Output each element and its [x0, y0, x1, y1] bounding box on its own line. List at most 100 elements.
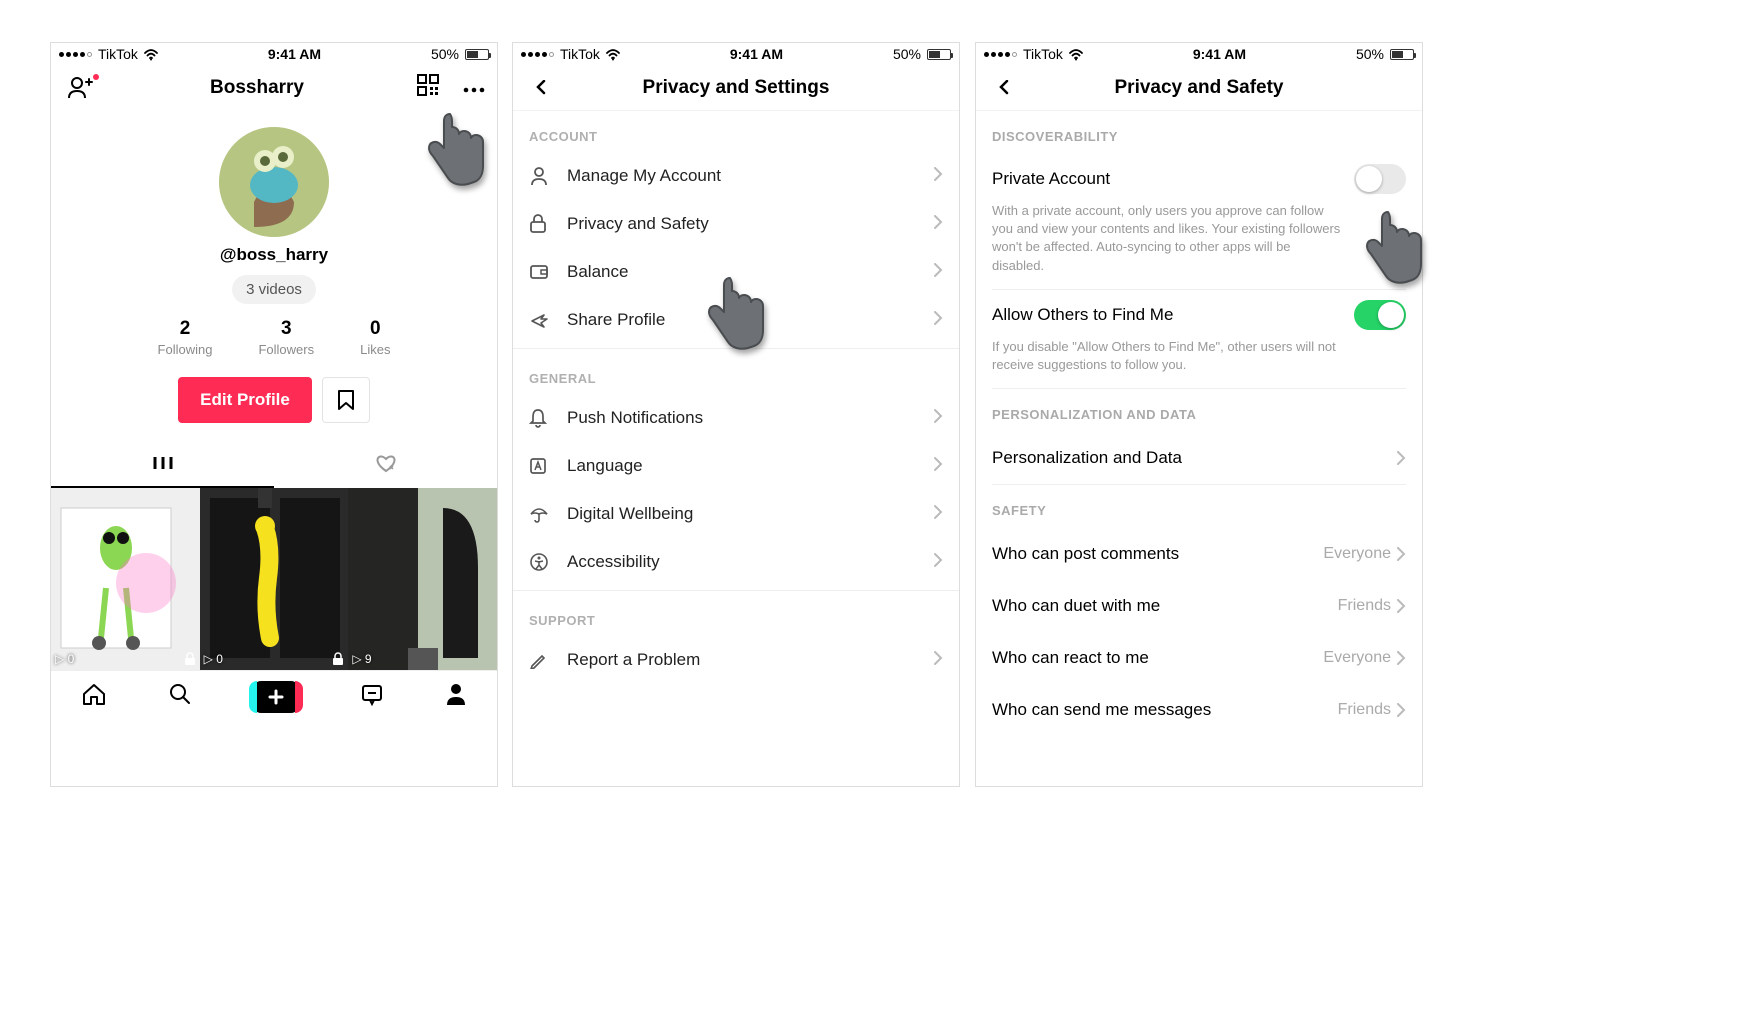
- more-button[interactable]: [463, 77, 485, 99]
- edit-profile-button[interactable]: Edit Profile: [178, 377, 312, 423]
- page-title: Bossharry: [97, 77, 417, 99]
- allow-find-desc: If you disable "Allow Others to Find Me"…: [992, 338, 1406, 374]
- likes-stat[interactable]: 0Likes: [360, 318, 390, 357]
- row-manage-account[interactable]: Manage My Account: [513, 152, 959, 200]
- row-push[interactable]: Push Notifications: [513, 394, 959, 442]
- video-grid: ▷ 0 ▷ 0 ▷ 9: [51, 488, 497, 670]
- settings-header: Privacy and Settings: [513, 65, 959, 111]
- bookmark-icon: [337, 389, 355, 411]
- stats-row: 2Following 3Followers 0Likes: [51, 318, 497, 357]
- allow-find-row: Allow Others to Find Me If you disable "…: [992, 290, 1406, 389]
- nav-search[interactable]: [168, 682, 192, 711]
- duet-row[interactable]: Who can duet with me Friends: [992, 580, 1406, 632]
- status-bar: TikTok 9:41 AM 50%: [51, 43, 497, 65]
- status-bar: TikTok 9:41 AM 50%: [513, 43, 959, 65]
- chevron-right-icon: [1397, 599, 1406, 613]
- section-general: GENERAL: [513, 353, 959, 394]
- row-privacy-safety[interactable]: Privacy and Safety: [513, 200, 959, 248]
- wifi-icon: [144, 48, 158, 61]
- status-bar: TikTok 9:41 AM 50%: [976, 43, 1422, 65]
- signal-dots-icon: [984, 52, 1017, 57]
- wifi-icon: [1069, 48, 1083, 61]
- video-thumb[interactable]: ▷ 0: [200, 488, 349, 670]
- section-account: ACCOUNT: [513, 111, 959, 152]
- tab-feed[interactable]: [51, 447, 274, 488]
- play-count: ▷ 9: [352, 652, 371, 666]
- nav-home[interactable]: [81, 682, 107, 711]
- private-account-toggle[interactable]: [1354, 164, 1406, 194]
- wallet-icon: [529, 263, 553, 281]
- row-balance[interactable]: Balance: [513, 248, 959, 296]
- chevron-right-icon: [1397, 651, 1406, 665]
- add-friends-button[interactable]: [63, 76, 97, 100]
- private-account-row: Private Account With a private account, …: [992, 154, 1406, 290]
- tab-liked[interactable]: [274, 447, 497, 488]
- carrier-label: TikTok: [98, 46, 138, 62]
- messages-row[interactable]: Who can send me messages Friends: [992, 684, 1406, 736]
- battery-icon: [1390, 49, 1414, 60]
- lock-icon: [184, 652, 196, 666]
- lock-icon: [529, 214, 553, 234]
- username: @boss_harry: [51, 245, 497, 265]
- comments-row[interactable]: Who can post comments Everyone: [992, 528, 1406, 580]
- section-personalization: PERSONALIZATION AND DATA: [992, 389, 1406, 432]
- personalization-row[interactable]: Personalization and Data: [992, 432, 1406, 485]
- person-icon: [529, 166, 553, 186]
- back-button[interactable]: [525, 80, 559, 96]
- following-stat[interactable]: 2Following: [158, 318, 213, 357]
- profile-header: Bossharry: [51, 65, 497, 111]
- play-count: ▷ 0: [204, 652, 223, 666]
- video-thumb[interactable]: ▷ 0: [51, 488, 200, 670]
- chevron-right-icon: [934, 166, 943, 186]
- lock-icon: [332, 652, 344, 666]
- page-title: Privacy and Safety: [1022, 77, 1376, 99]
- chevron-right-icon: [934, 552, 943, 572]
- followers-stat[interactable]: 3Followers: [258, 318, 314, 357]
- settings-screen: TikTok 9:41 AM 50% Privacy and Settings …: [512, 42, 960, 787]
- chevron-right-icon: [934, 310, 943, 330]
- profile-body: @boss_harry 3 videos 2Following 3Followe…: [51, 111, 497, 423]
- row-report[interactable]: Report a Problem: [513, 636, 959, 684]
- nav-inbox[interactable]: [360, 682, 384, 711]
- accessibility-icon: [529, 552, 553, 572]
- row-wellbeing[interactable]: Digital Wellbeing: [513, 490, 959, 538]
- status-time: 9:41 AM: [268, 46, 321, 62]
- bottom-nav: [51, 670, 497, 722]
- row-accessibility[interactable]: Accessibility: [513, 538, 959, 586]
- allow-find-toggle[interactable]: [1354, 300, 1406, 330]
- bookmark-button[interactable]: [322, 377, 370, 423]
- nav-create[interactable]: [253, 681, 299, 713]
- video-count-pill[interactable]: 3 videos: [232, 275, 316, 304]
- play-count: ▷ 0: [55, 652, 74, 666]
- language-icon: [529, 457, 553, 475]
- chevron-right-icon: [934, 456, 943, 476]
- notification-dot-icon: [93, 74, 99, 80]
- signal-dots-icon: [59, 52, 92, 57]
- content-tabs: [51, 447, 497, 488]
- signal-dots-icon: [521, 52, 554, 57]
- battery-icon: [465, 49, 489, 60]
- allow-find-label: Allow Others to Find Me: [992, 305, 1173, 325]
- video-thumb[interactable]: ▷ 9: [348, 488, 497, 670]
- umbrella-icon: [529, 504, 553, 524]
- nav-profile[interactable]: [445, 682, 467, 711]
- back-button[interactable]: [988, 80, 1022, 96]
- chevron-right-icon: [934, 262, 943, 282]
- private-account-label: Private Account: [992, 169, 1110, 189]
- chevron-right-icon: [934, 214, 943, 234]
- qr-button[interactable]: [417, 74, 439, 102]
- row-share-profile[interactable]: Share Profile: [513, 296, 959, 344]
- section-discoverability: DISCOVERABILITY: [992, 111, 1406, 154]
- section-safety: SAFETY: [992, 485, 1406, 528]
- chevron-right-icon: [1397, 451, 1406, 465]
- chevron-right-icon: [934, 408, 943, 428]
- chevron-right-icon: [934, 650, 943, 670]
- chevron-right-icon: [934, 504, 943, 524]
- react-row[interactable]: Who can react to me Everyone: [992, 632, 1406, 684]
- wifi-icon: [606, 48, 620, 61]
- row-language[interactable]: Language: [513, 442, 959, 490]
- profile-screen: TikTok 9:41 AM 50% Bossharry: [50, 42, 498, 787]
- avatar[interactable]: [219, 127, 329, 237]
- section-support: SUPPORT: [513, 595, 959, 636]
- chevron-right-icon: [1397, 703, 1406, 717]
